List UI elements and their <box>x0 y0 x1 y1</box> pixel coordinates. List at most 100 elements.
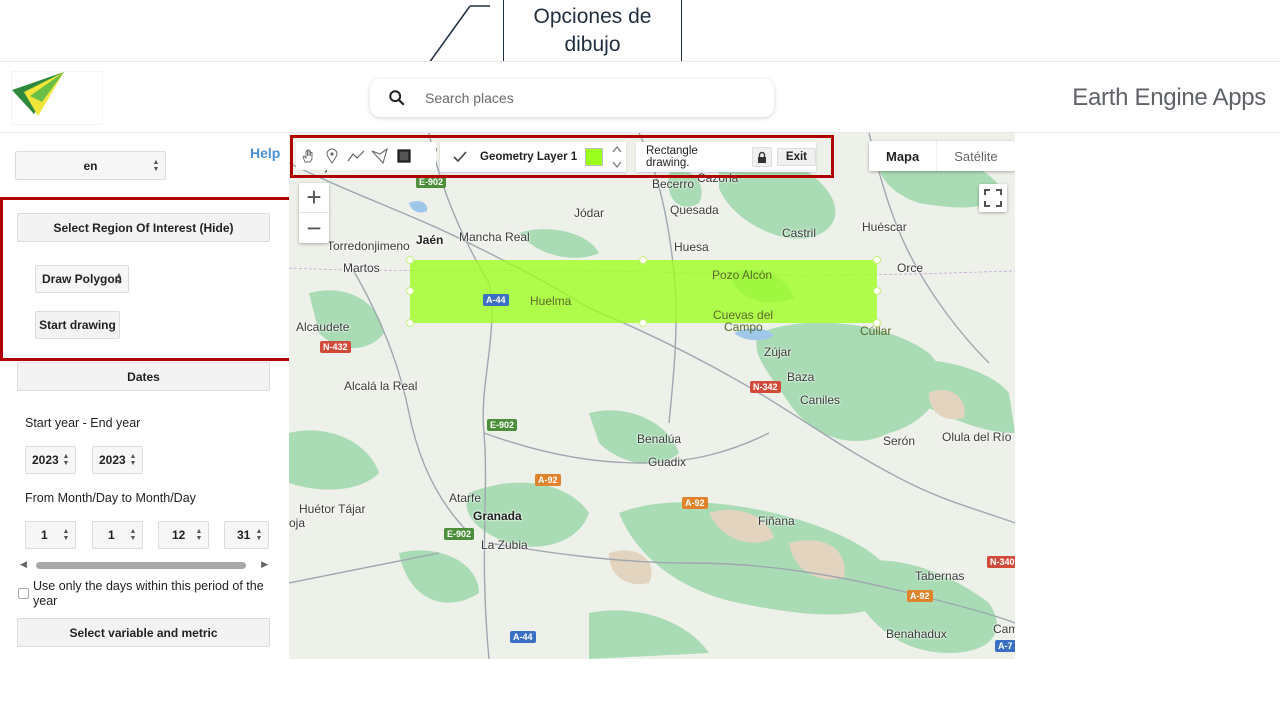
zoom-control: + − <box>299 182 329 243</box>
town-label: Olula del Río <box>942 430 1012 444</box>
from-month-select[interactable]: 1 ▲ ▼ <box>25 521 76 549</box>
town-label: Huesa <box>674 240 709 254</box>
line-icon[interactable] <box>344 144 368 168</box>
callout-drawing-options: Opciones de dibujo <box>503 0 682 62</box>
town-label: Castril <box>782 226 817 240</box>
month-day-label: From Month/Day to Month/Day <box>25 491 196 505</box>
town-label: Granada <box>473 509 522 523</box>
road-shield: A-44 <box>510 631 536 643</box>
town-label: Huelma <box>530 294 572 308</box>
geometry-layer-name[interactable]: Geometry Layer 1 <box>480 151 577 163</box>
road-shield: A-44 <box>483 294 509 306</box>
rectangle-icon[interactable] <box>392 144 416 168</box>
map-type-satellite-button[interactable]: Satélite <box>937 141 1014 171</box>
select-arrows-icon: ▲ ▼ <box>129 453 137 467</box>
road-shield: A-92 <box>535 474 561 486</box>
town-label: Alcalá la Real <box>344 379 418 393</box>
lock-icon[interactable] <box>751 147 772 167</box>
earth-engine-logo <box>12 72 102 124</box>
rect-handle[interactable] <box>873 287 881 295</box>
town-label: Pozo Alcón <box>712 268 773 282</box>
help-link[interactable]: Help <box>250 145 280 161</box>
rect-handle[interactable] <box>639 256 647 264</box>
map-view[interactable]: gib Arjona Becerro Cazorla Jódar Quesada… <box>289 133 1015 659</box>
language-value: en <box>83 158 98 173</box>
rect-handle[interactable] <box>639 319 647 327</box>
town-label: Benalúa <box>637 432 682 446</box>
select-arrows-icon: ▲ ▼ <box>115 272 123 286</box>
draw-mode-select[interactable]: Draw Polygon ▲ ▼ <box>35 265 129 293</box>
road-shield: N-340 <box>987 556 1015 568</box>
control-panel: Help en ▲ ▼ Select Region Of Interest (Hi… <box>0 133 289 720</box>
end-year-value: 2023 <box>99 453 126 467</box>
check-icon[interactable] <box>452 149 468 165</box>
rectangle-drawing-bar: Rectangle drawing. Exit <box>636 142 816 172</box>
select-arrows-icon: ▲ ▼ <box>129 528 137 542</box>
map-type-map-button[interactable]: Mapa <box>869 141 938 171</box>
to-day-select[interactable]: 31 ▲ ▼ <box>224 521 269 549</box>
town-label: Martos <box>343 261 380 275</box>
layer-arrows-icon[interactable] <box>611 144 623 170</box>
map-type-control: Mapa Satélite <box>869 141 1015 171</box>
select-variable-button[interactable]: Select variable and metric <box>17 618 270 647</box>
scroll-thumb[interactable] <box>36 562 246 569</box>
town-label: Benahadux <box>886 627 947 641</box>
search-box[interactable] <box>370 79 774 117</box>
road-shield: A-92 <box>907 590 933 602</box>
to-month-select[interactable]: 12 ▲ ▼ <box>158 521 209 549</box>
town-label: Zújar <box>764 345 792 359</box>
start-year-value: 2023 <box>32 453 59 467</box>
year-range-label: Start year - End year <box>25 416 141 430</box>
dates-button[interactable]: Dates <box>17 362 270 391</box>
town-label: Cam <box>993 622 1015 636</box>
layer-color-swatch[interactable] <box>585 148 604 166</box>
town-label: La Zubia <box>481 538 528 552</box>
rect-handle[interactable] <box>406 287 414 295</box>
marker-icon[interactable] <box>320 144 344 168</box>
fullscreen-button[interactable] <box>979 184 1007 212</box>
town-label: Fiñana <box>758 514 795 528</box>
rect-handle[interactable] <box>873 256 881 264</box>
end-year-select[interactable]: 2023 ▲ ▼ <box>92 446 143 474</box>
start-year-select[interactable]: 2023 ▲ ▼ <box>25 446 76 474</box>
zoom-in-button[interactable]: + <box>299 182 329 213</box>
start-drawing-button[interactable]: Start drawing <box>35 311 120 339</box>
town-label: Huéscar <box>862 220 907 234</box>
town-label: Mancha Real <box>459 230 530 244</box>
rect-handle[interactable] <box>406 256 414 264</box>
draw-mode-value: Draw Polygon <box>42 272 123 286</box>
town-label: Campo <box>724 320 763 334</box>
rectangle-drawing-label: Rectangle drawing. <box>646 145 698 169</box>
period-checkbox-label: Use only the days within this period of … <box>33 579 264 608</box>
from-month-value: 1 <box>41 528 48 542</box>
language-select[interactable]: en ▲ ▼ <box>15 151 166 180</box>
from-day-value: 1 <box>108 528 115 542</box>
road-shield: N-432 <box>320 341 351 353</box>
scroll-right-icon[interactable]: ▶ <box>261 559 268 570</box>
to-month-value: 12 <box>172 528 186 542</box>
select-roi-button[interactable]: Select Region Of Interest (Hide) <box>17 213 270 242</box>
road-shield: A-7 <box>995 640 1015 652</box>
polygon-icon[interactable] <box>368 144 392 168</box>
rect-handle[interactable] <box>406 319 414 327</box>
search-input[interactable] <box>425 90 745 106</box>
horizontal-scrollbar[interactable]: ◀ ▶ <box>20 559 268 571</box>
drawing-tools <box>296 142 436 170</box>
period-checkbox[interactable] <box>18 588 29 599</box>
town-label: Jaén <box>416 233 444 247</box>
zoom-out-button[interactable]: − <box>299 213 329 243</box>
geometry-layer-item[interactable]: Geometry Layer 1 <box>440 142 626 172</box>
rect-handle[interactable] <box>873 319 881 327</box>
town-label: Becerro <box>652 177 695 191</box>
select-arrows-icon: ▲ ▼ <box>152 158 160 173</box>
drawn-rectangle[interactable]: A-44 Huelma Pozo Alcón Cuevas del Campo … <box>406 256 891 338</box>
from-day-select[interactable]: 1 ▲ ▼ <box>92 521 143 549</box>
scroll-left-icon[interactable]: ◀ <box>20 559 27 570</box>
town-label: Quesada <box>670 203 719 217</box>
town-label: oja <box>289 516 306 530</box>
road-shield: A-92 <box>682 497 708 509</box>
hand-pan-icon[interactable] <box>296 144 320 168</box>
exit-drawing-button[interactable]: Exit <box>776 148 816 166</box>
road-shield: E-902 <box>416 176 447 188</box>
select-arrows-icon: ▲ ▼ <box>255 528 263 542</box>
